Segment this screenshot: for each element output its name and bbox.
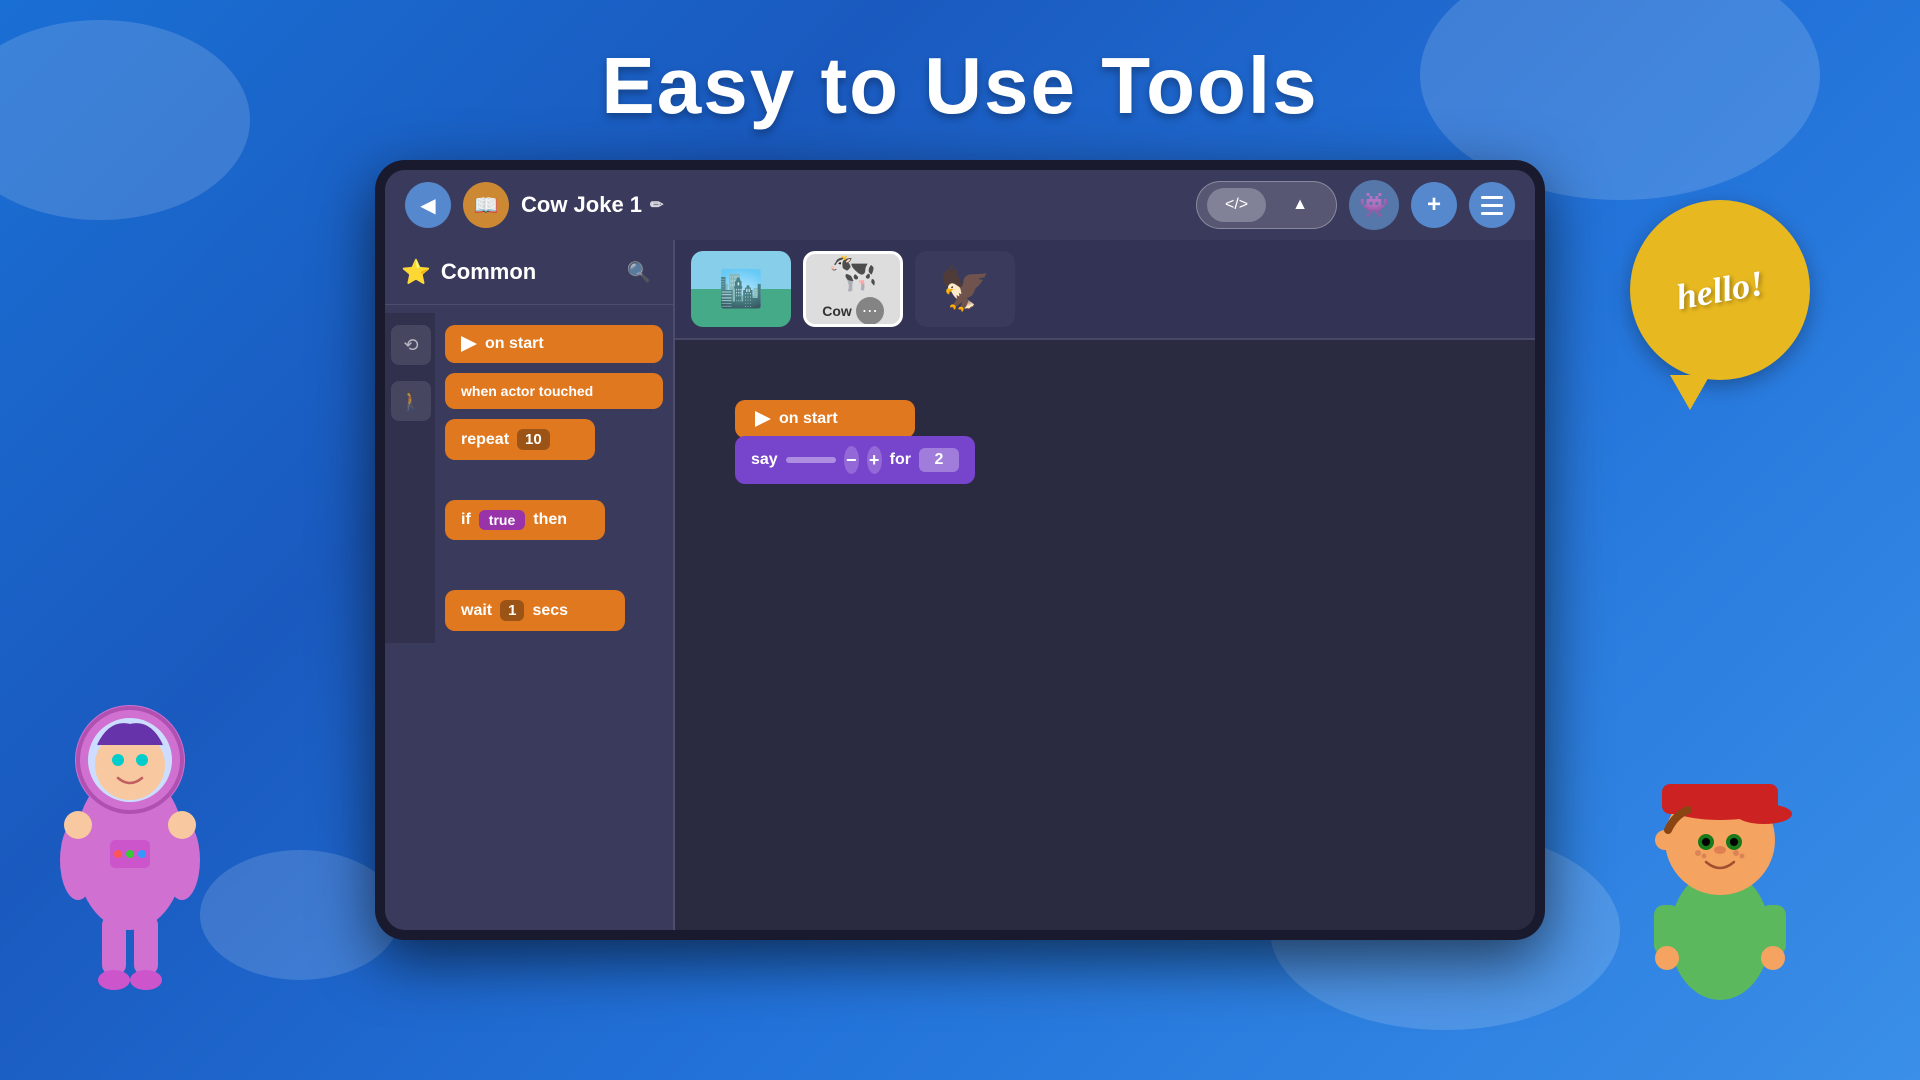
left-panel: ⭐ Common 🔍 ⟲ 🚶 — [385, 240, 675, 930]
bubble-circle: hello! — [1630, 200, 1810, 380]
secs-label: secs — [532, 602, 568, 620]
app-body: ⭐ Common 🔍 ⟲ 🚶 — [385, 240, 1535, 930]
bird-icon: 🦅 — [939, 265, 991, 314]
main-area: 🏙️ 🐄 Cow ⋯ 🦅 — [675, 240, 1535, 930]
plus-button[interactable]: + — [867, 446, 882, 474]
for-label: for — [890, 451, 911, 469]
back-button[interactable]: ◀ — [405, 182, 451, 228]
canvas-on-start-block[interactable]: on start — [735, 400, 915, 438]
scene-view-button[interactable]: ▲ — [1274, 188, 1326, 222]
plus-icon: + — [1427, 191, 1441, 219]
block-label: wait — [461, 602, 492, 620]
landscape-icon: 🏙️ — [719, 268, 764, 310]
cow-icon: 🐄 — [828, 253, 878, 293]
code-canvas[interactable]: on start say − + for 2 — [675, 340, 1535, 930]
sprite-label-row: Cow ⋯ — [822, 297, 884, 325]
panel-header: ⭐ Common 🔍 — [385, 240, 673, 305]
sprite-more-button[interactable]: ⋯ — [856, 297, 884, 325]
project-name: Cow Joke 1 — [521, 192, 642, 218]
scene-icon: ▲ — [1292, 196, 1308, 214]
canvas-play-icon — [755, 411, 771, 427]
sprite-landscape[interactable]: 🏙️ — [691, 251, 791, 327]
block-if-true[interactable]: if true then — [445, 500, 605, 540]
person-icon-sidebar[interactable]: 🚶 — [391, 381, 431, 421]
edit-icon[interactable]: ✏ — [650, 195, 663, 215]
add-button[interactable]: + — [1411, 182, 1457, 228]
code-view-button[interactable]: </> — [1207, 188, 1266, 222]
say-value-input[interactable] — [786, 457, 836, 463]
say-label: say — [751, 451, 778, 469]
boy-character — [1620, 720, 1840, 1070]
code-icon: </> — [1225, 196, 1248, 214]
sprite-cow[interactable]: 🐄 Cow ⋯ — [803, 251, 903, 327]
book-button[interactable]: 📖 — [463, 182, 509, 228]
block-label: when actor touched — [461, 383, 593, 399]
menu-icon — [1481, 196, 1503, 215]
blocks-list: on start when actor touched repeat 10 — [435, 313, 673, 643]
search-button[interactable]: 🔍 — [621, 254, 657, 290]
block-on-start[interactable]: on start — [445, 325, 663, 363]
canvas-on-start-label: on start — [779, 410, 838, 428]
sprite-bird[interactable]: 🦅 — [915, 251, 1015, 327]
panel-icon-bar: ⟲ 🚶 on start when actor touched — [385, 305, 673, 651]
repeat-icon-sidebar[interactable]: ⟲ — [391, 325, 431, 365]
wait-value[interactable]: 1 — [500, 600, 524, 621]
bool-value[interactable]: true — [479, 510, 525, 530]
page-title: Easy to Use Tools — [0, 0, 1920, 132]
play-icon — [461, 336, 477, 352]
menu-button[interactable] — [1469, 182, 1515, 228]
view-toggle-bar: </> ▲ — [1196, 181, 1337, 229]
header-right: 👾 + — [1349, 180, 1515, 230]
app-header: ◀ 📖 Cow Joke 1 ✏ </> ▲ — [385, 170, 1535, 240]
block-label: on start — [485, 335, 544, 353]
bubble-tail — [1670, 375, 1710, 410]
star-icon: ⭐ — [401, 258, 431, 287]
block-repeat[interactable]: repeat 10 — [445, 419, 595, 460]
for-value: 2 — [935, 451, 944, 468]
category-name: Common — [441, 259, 611, 285]
astronaut-character — [30, 650, 270, 1030]
book-icon: 📖 — [474, 193, 499, 218]
bubble-text: hello! — [1673, 262, 1767, 319]
cow-label: Cow — [822, 303, 852, 319]
back-icon: ◀ — [420, 193, 435, 218]
panel-sidebar-icons: ⟲ 🚶 — [385, 313, 435, 643]
minus-button[interactable]: − — [844, 446, 859, 474]
view-toggle: </> ▲ — [1196, 181, 1337, 229]
search-icon: 🔍 — [627, 260, 652, 285]
for-value-input[interactable]: 2 — [919, 448, 959, 472]
sprite-bar: 🏙️ 🐄 Cow ⋯ 🦅 — [675, 240, 1535, 340]
monster-avatar[interactable]: 👾 — [1349, 180, 1399, 230]
project-title-container: Cow Joke 1 ✏ — [521, 192, 1184, 218]
repeat-value[interactable]: 10 — [517, 429, 550, 450]
then-label: then — [533, 511, 567, 529]
device-frame: ◀ 📖 Cow Joke 1 ✏ </> ▲ — [375, 160, 1545, 940]
device-screen: ◀ 📖 Cow Joke 1 ✏ </> ▲ — [385, 170, 1535, 930]
block-label: repeat — [461, 431, 509, 449]
canvas-block-group: on start say − + for 2 — [735, 400, 975, 484]
block-wait[interactable]: wait 1 secs — [445, 590, 625, 631]
canvas-say-block[interactable]: say − + for 2 — [735, 436, 975, 484]
monster-icon-glyph: 👾 — [1359, 191, 1389, 220]
block-when-actor-touched[interactable]: when actor touched — [445, 373, 663, 409]
say-block-wrapper: say − + for 2 — [735, 436, 975, 484]
speech-bubble: hello! — [1630, 200, 1810, 380]
block-label: if — [461, 511, 471, 529]
